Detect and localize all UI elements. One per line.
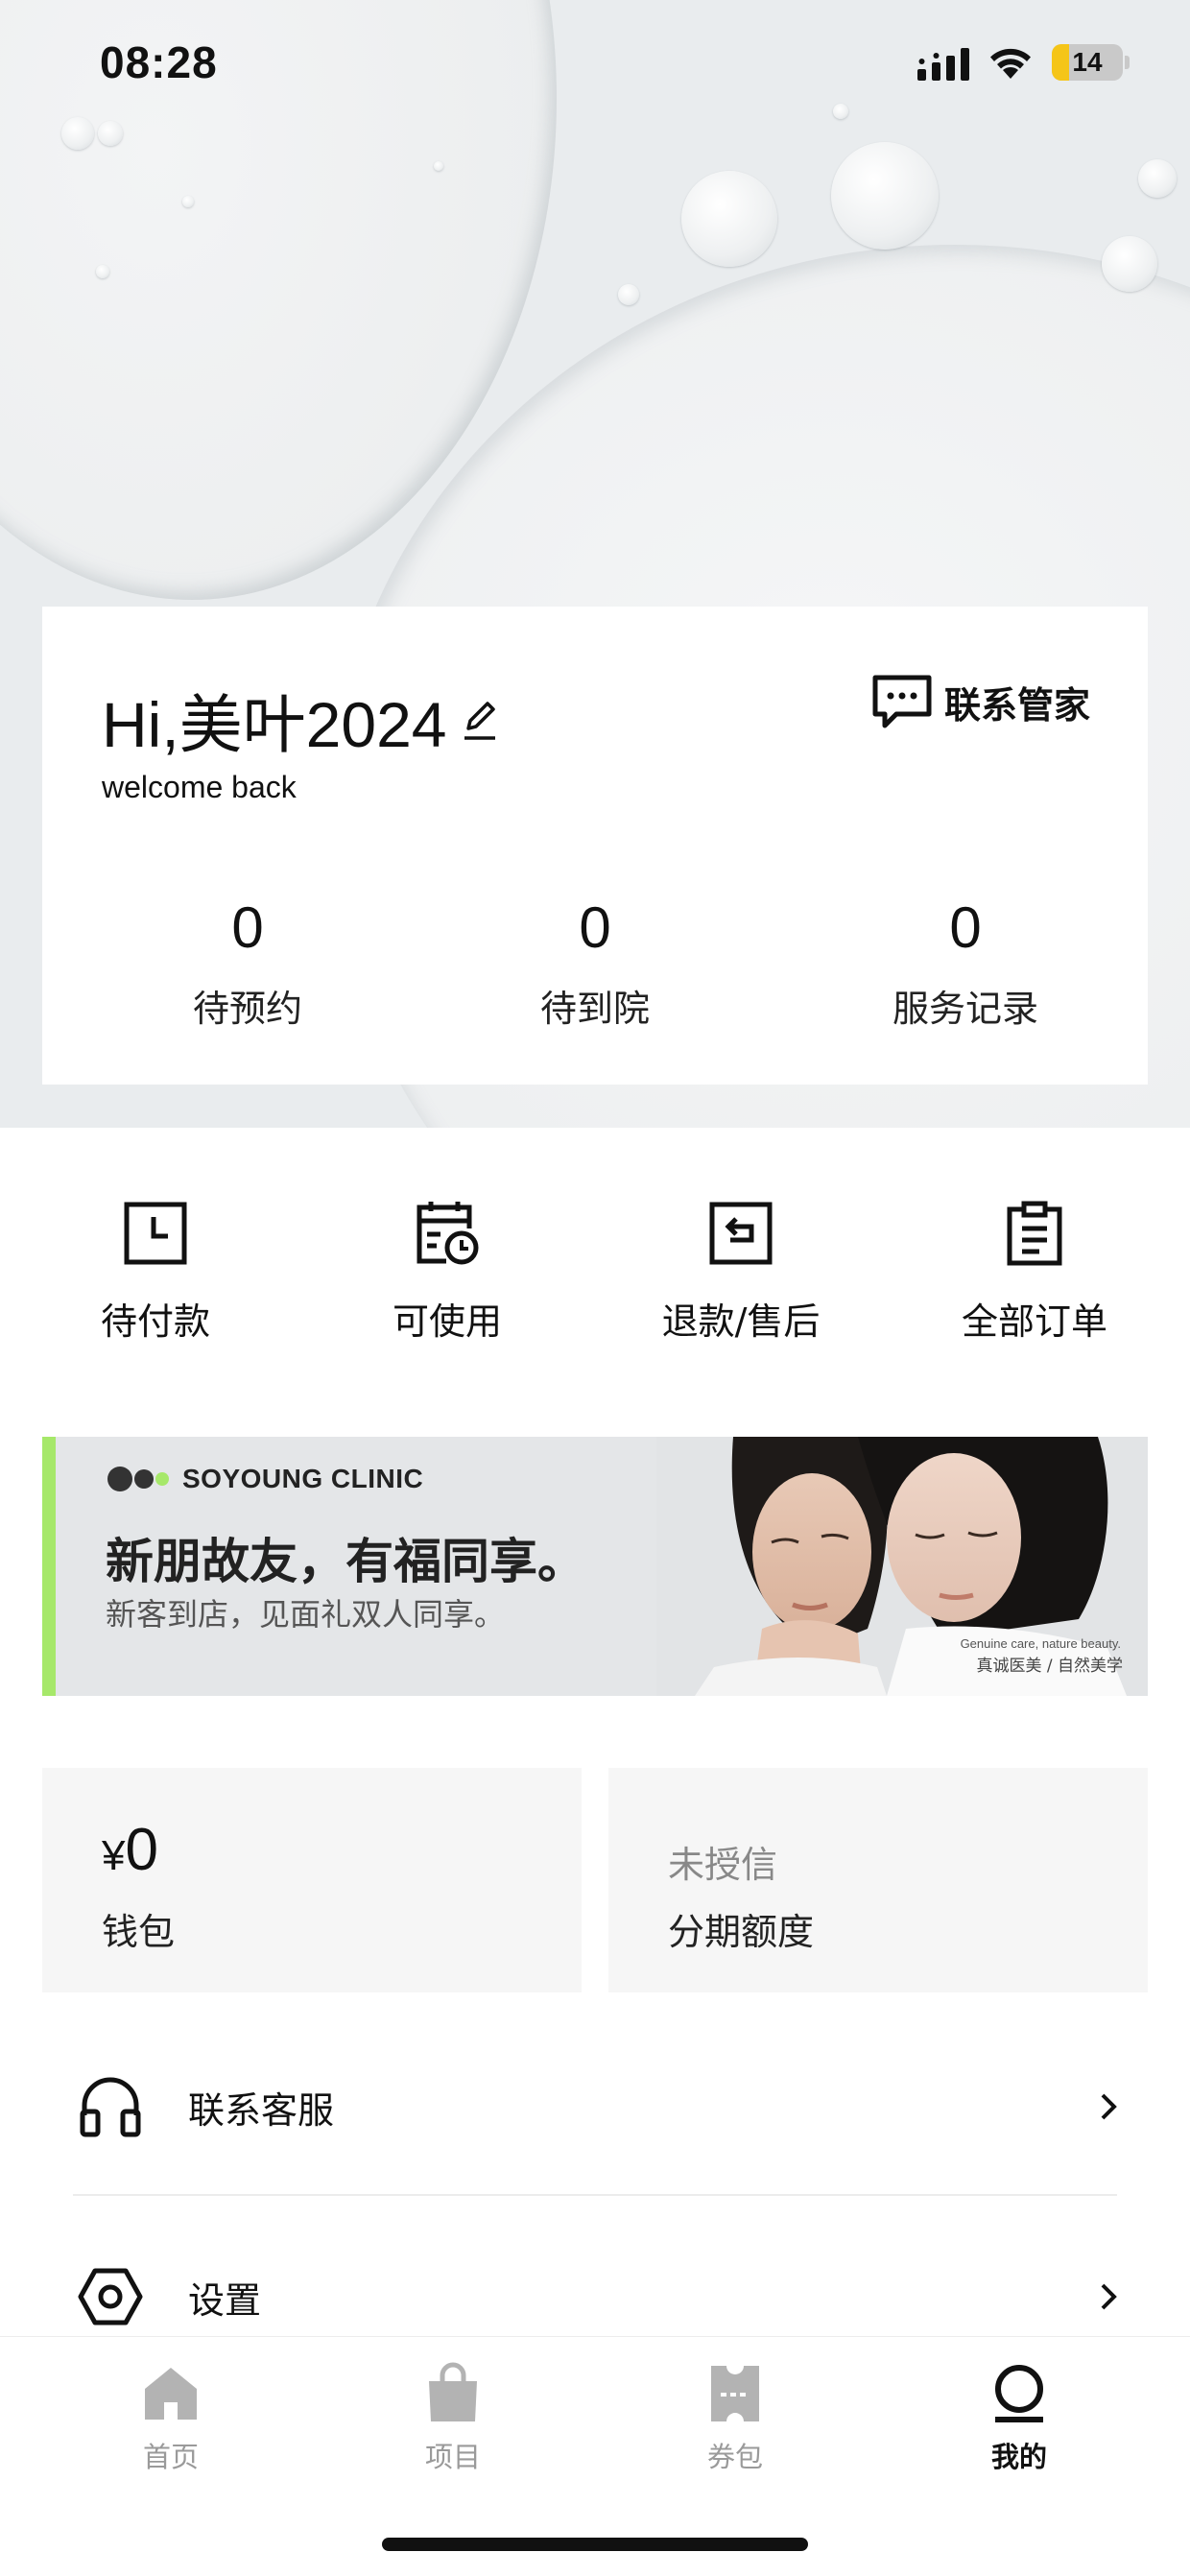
banner-tag-en: Genuine care, nature beauty. bbox=[960, 1636, 1121, 1651]
order-shortcuts: 待付款 可使用 退款/售后 全部订单 bbox=[0, 1200, 1190, 1372]
greeting-row: Hi,美叶2024 bbox=[102, 674, 499, 766]
tab-label: 券包 bbox=[706, 2441, 763, 2473]
tab-label: 项目 bbox=[424, 2441, 481, 2473]
banner-tag-cn: 真诚医美 / 自然美学 bbox=[976, 1657, 1123, 1676]
contact-butler-button[interactable]: 联系管家 bbox=[871, 674, 1090, 729]
decor-droplet bbox=[681, 171, 777, 267]
wallet-value: 0 bbox=[125, 1817, 158, 1883]
order-label: 全部订单 bbox=[961, 1300, 1107, 1343]
battery-percent: 14 bbox=[1072, 47, 1103, 77]
decor-droplet bbox=[618, 284, 639, 305]
stat-label: 服务记录 bbox=[892, 988, 1038, 1030]
home-indicator bbox=[382, 2538, 808, 2551]
chat-icon bbox=[872, 675, 932, 728]
installment-card[interactable]: 未授信 分期额度 bbox=[608, 1768, 1148, 1992]
stat-pending-appointment[interactable]: 0 待预约 bbox=[132, 894, 363, 1032]
banner-subtitle: 新客到店，见面礼双人同享。 bbox=[106, 1596, 506, 1633]
battery-tip bbox=[1125, 56, 1130, 69]
brand-name: SOYOUNG CLINIC bbox=[182, 1464, 424, 1493]
decor-droplet bbox=[1102, 236, 1157, 292]
stat-pending-visit[interactable]: 0 待到院 bbox=[480, 894, 710, 1032]
chevron-right-icon bbox=[1101, 2093, 1117, 2120]
settings-icon bbox=[78, 2268, 143, 2326]
logo-dot bbox=[134, 1469, 154, 1489]
order-label: 退款/售后 bbox=[661, 1300, 821, 1343]
status-bar: 08:28 14 bbox=[0, 0, 1190, 125]
stat-value: 0 bbox=[949, 895, 982, 960]
menu-item-customer-service[interactable]: 联系客服 bbox=[0, 2025, 1190, 2179]
tab-projects[interactable]: 项目 bbox=[357, 2362, 549, 2475]
order-label: 待付款 bbox=[100, 1300, 210, 1343]
order-usable[interactable]: 可使用 bbox=[332, 1200, 562, 1345]
promo-banner[interactable]: SOYOUNG CLINIC 新朋故友，有福同享。 新客到店，见面礼双人同享。 bbox=[42, 1437, 1148, 1696]
divider bbox=[73, 2194, 1117, 2196]
menu-label: 设置 bbox=[188, 2279, 262, 2322]
tab-home[interactable]: 首页 bbox=[75, 2362, 267, 2475]
decor-droplet bbox=[1138, 159, 1177, 198]
order-all[interactable]: 全部订单 bbox=[919, 1200, 1150, 1345]
stat-value: 0 bbox=[231, 895, 264, 960]
stat-label: 待预约 bbox=[192, 988, 302, 1030]
decor-droplet bbox=[96, 265, 109, 278]
credit-label: 分期额度 bbox=[668, 1911, 815, 1953]
tab-label: 我的 bbox=[990, 2441, 1047, 2473]
battery-icon: 14 bbox=[1052, 44, 1123, 81]
order-label: 可使用 bbox=[392, 1300, 502, 1343]
bag-icon bbox=[429, 2362, 477, 2421]
status-time: 08:28 bbox=[100, 37, 218, 87]
stats-row: 0 待预约 0 待到院 0 服务记录 bbox=[42, 894, 1148, 1048]
stat-label: 待到院 bbox=[539, 988, 650, 1030]
contact-butler-label: 联系管家 bbox=[943, 683, 1090, 727]
profile-card: Hi,美叶2024 welcome back 联系管家 0 待预约 0 待到院 … bbox=[42, 607, 1148, 1085]
wallet-card[interactable]: ¥0 钱包 bbox=[42, 1768, 582, 1992]
home-icon bbox=[145, 2368, 197, 2420]
menu-label: 联系客服 bbox=[188, 2089, 335, 2132]
tab-label: 首页 bbox=[142, 2441, 199, 2473]
stat-service-records[interactable]: 0 服务记录 bbox=[850, 894, 1081, 1032]
signal-icon bbox=[917, 48, 969, 81]
banner-headline: 新朋故友，有福同享。 bbox=[106, 1534, 585, 1589]
tab-coupons[interactable]: 券包 bbox=[639, 2362, 831, 2475]
chevron-right-icon bbox=[1101, 2283, 1117, 2310]
wifi-icon bbox=[990, 48, 1031, 79]
edit-icon[interactable] bbox=[461, 696, 499, 744]
decor-droplet bbox=[182, 196, 194, 207]
wallet-amount: ¥0 bbox=[102, 1816, 158, 1884]
banner-accent bbox=[42, 1437, 56, 1696]
brand-logo: SOYOUNG CLINIC bbox=[107, 1464, 423, 1494]
profile-icon bbox=[995, 2365, 1043, 2422]
currency-symbol: ¥ bbox=[102, 1832, 126, 1879]
headset-icon bbox=[80, 2077, 141, 2137]
return-icon bbox=[709, 1202, 773, 1265]
clock-icon bbox=[124, 1202, 187, 1265]
welcome-text: welcome back bbox=[102, 770, 297, 804]
stat-value: 0 bbox=[579, 895, 611, 960]
order-refund[interactable]: 退款/售后 bbox=[626, 1200, 856, 1345]
credit-status: 未授信 bbox=[668, 1844, 778, 1886]
coupon-icon bbox=[711, 2366, 759, 2421]
calendar-clock-icon bbox=[416, 1202, 479, 1265]
decor-droplet bbox=[831, 142, 939, 250]
clipboard-icon bbox=[1007, 1201, 1062, 1266]
tab-mine[interactable]: 我的 bbox=[923, 2362, 1115, 2475]
logo-dot bbox=[155, 1472, 169, 1486]
decor-droplet bbox=[434, 161, 443, 171]
greeting-text: Hi,美叶2024 bbox=[102, 689, 447, 760]
logo-dot bbox=[107, 1467, 132, 1491]
wallet-label: 钱包 bbox=[102, 1911, 176, 1953]
order-pending-payment[interactable]: 待付款 bbox=[40, 1200, 271, 1345]
